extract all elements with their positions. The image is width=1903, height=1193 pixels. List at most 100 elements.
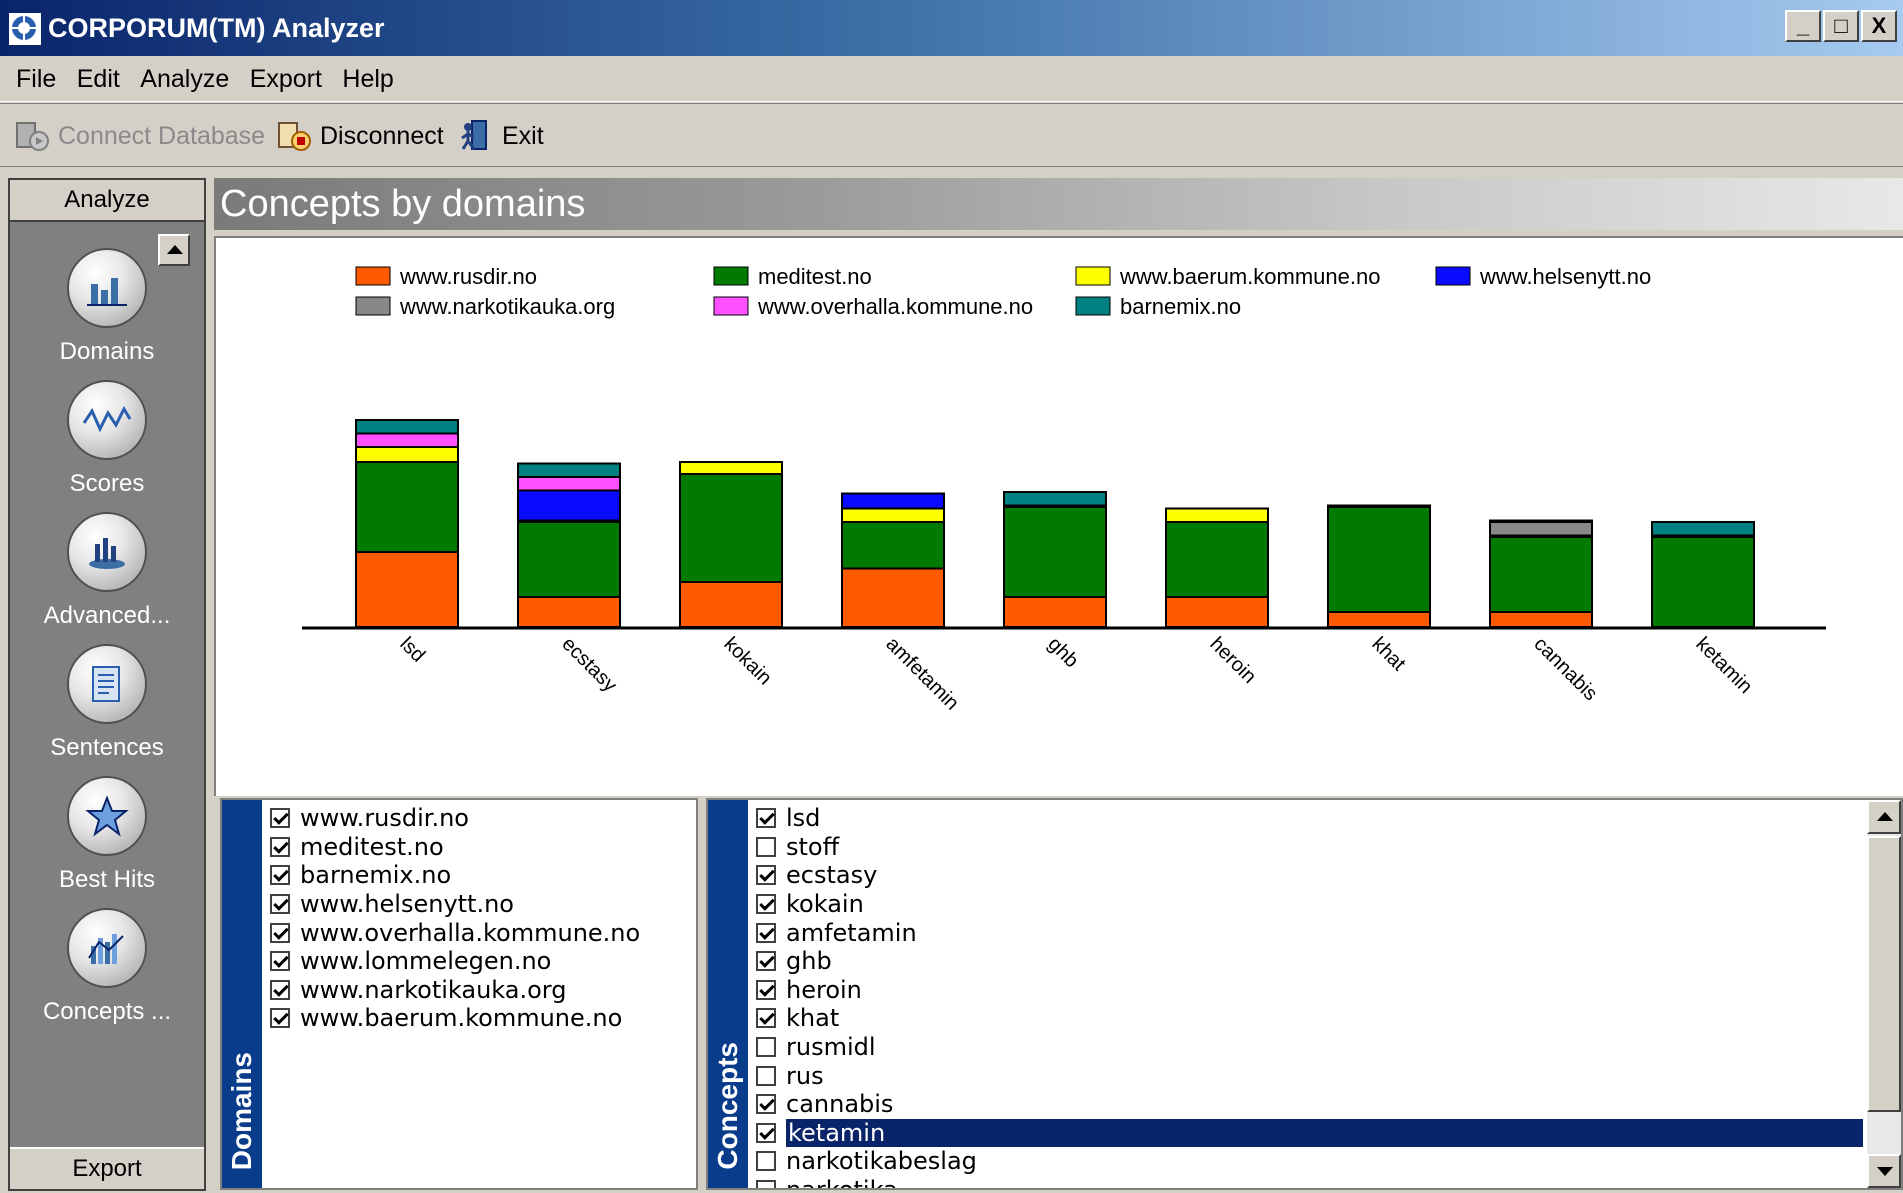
sidebar-item-concepts[interactable]: Concepts ...	[10, 908, 204, 1026]
menu-export[interactable]: Export	[242, 57, 330, 101]
list-item[interactable]: ghb	[756, 947, 1863, 976]
list-item[interactable]: barnemix.no	[270, 861, 696, 890]
checkbox[interactable]	[756, 808, 776, 829]
legend-label: barnemix.no	[1120, 294, 1241, 319]
list-item[interactable]: www.overhalla.kommune.no	[270, 918, 696, 947]
sidebar-header-analyze[interactable]: Analyze	[10, 180, 204, 222]
list-item[interactable]: lsd	[756, 804, 1863, 833]
list-item-label: narkotikabeslag	[786, 1147, 977, 1176]
sidebar-item-sentences[interactable]: Sentences	[10, 644, 204, 762]
chart-area: www.rusdir.no meditest.no www.baerum.kommu…	[214, 236, 1903, 796]
scroll-thumb[interactable]	[1867, 836, 1901, 1112]
list-item[interactable]: narkotikabeslag	[756, 1147, 1863, 1176]
connect-database-button[interactable]: Connect Database	[14, 118, 265, 154]
sidebar-footer-export[interactable]: Export	[10, 1147, 204, 1189]
bar-segment	[679, 461, 783, 475]
legend-swatch	[1075, 296, 1111, 316]
checkbox[interactable]	[756, 894, 776, 915]
sidebar-item-scores[interactable]: Scores	[10, 380, 204, 498]
checkbox[interactable]	[756, 1037, 776, 1058]
list-item-label: narkotika	[786, 1176, 898, 1188]
list-item[interactable]: ketamin	[756, 1118, 1863, 1148]
list-item[interactable]: rus	[756, 1061, 1863, 1090]
list-item-label: amfetamin	[786, 918, 917, 947]
list-item[interactable]: rusmidl	[756, 1033, 1863, 1062]
checkbox[interactable]	[270, 1008, 290, 1029]
database-connect-icon	[16, 122, 49, 151]
checkbox[interactable]	[756, 865, 776, 886]
checkbox[interactable]	[270, 979, 290, 1000]
concepts-tab[interactable]: Concepts	[708, 800, 748, 1188]
sidebar-item-label: Scores	[69, 470, 145, 497]
stacked-bar-chart: www.rusdir.no meditest.no www.baerum.kommu…	[302, 264, 1826, 715]
bar-segment	[1327, 504, 1431, 508]
legend-label: www.narkotikauka.org	[399, 294, 615, 319]
list-item-label: www.lommelegen.no	[300, 947, 552, 976]
menu-edit[interactable]: Edit	[69, 57, 128, 101]
list-item[interactable]: www.rusdir.no	[270, 804, 696, 833]
exit-button[interactable]: Exit	[458, 118, 544, 154]
list-item[interactable]: amfetamin	[756, 918, 1863, 947]
checkbox[interactable]	[756, 1094, 776, 1115]
scroll-down-button[interactable]	[1867, 1154, 1901, 1188]
sidebar-item-domains[interactable]: Domains	[10, 248, 204, 366]
checkbox[interactable]	[270, 808, 290, 829]
maximize-button[interactable]: □	[1823, 10, 1859, 42]
advanced-chart-icon	[67, 512, 147, 592]
list-item[interactable]: www.baerum.kommune.no	[270, 1004, 696, 1033]
checkbox[interactable]	[270, 922, 290, 943]
sidebar-item-advanced[interactable]: Advanced...	[10, 512, 204, 630]
list-item-label: cannabis	[786, 1090, 894, 1119]
checkbox[interactable]	[756, 1122, 776, 1143]
bar-segment	[1327, 506, 1431, 613]
list-item-label: kokain	[786, 890, 864, 919]
list-item[interactable]: www.helsenytt.no	[270, 890, 696, 919]
checkbox[interactable]	[756, 1008, 776, 1029]
checkbox[interactable]	[756, 951, 776, 972]
bar-segment	[355, 419, 459, 435]
checkbox[interactable]	[756, 836, 776, 857]
checkbox[interactable]	[270, 894, 290, 915]
list-item[interactable]: narkotika	[756, 1176, 1863, 1188]
checkbox[interactable]	[756, 922, 776, 943]
list-item[interactable]: ecstasy	[756, 861, 1863, 890]
scroll-up-button[interactable]	[1867, 800, 1901, 834]
list-item-label: ketamin	[786, 1118, 1863, 1147]
bar-segment	[679, 581, 783, 628]
checkbox[interactable]	[756, 1151, 776, 1172]
x-tick-label: cannabis	[1529, 633, 1601, 705]
menu-analyze[interactable]: Analyze	[132, 57, 237, 101]
checkbox[interactable]	[270, 865, 290, 886]
disconnect-button[interactable]: Disconnect	[276, 118, 444, 154]
list-item-label: barnemix.no	[300, 861, 452, 890]
concepts-scrollbar[interactable]	[1867, 800, 1901, 1188]
legend-label: www.baerum.kommune.no	[1119, 264, 1380, 289]
list-item[interactable]: stoff	[756, 833, 1863, 862]
domains-tab[interactable]: Domains	[222, 800, 262, 1188]
checkbox[interactable]	[756, 979, 776, 1000]
checkbox[interactable]	[270, 836, 290, 857]
bar-segment	[841, 492, 945, 510]
list-item[interactable]: cannabis	[756, 1090, 1863, 1119]
list-item-label: khat	[786, 1004, 840, 1033]
window-title: CORPORUM(TM) Analyzer	[48, 13, 385, 43]
connect-database-label: Connect Database	[58, 121, 266, 150]
list-item[interactable]: khat	[756, 1004, 1863, 1033]
menu-file[interactable]: File	[0, 57, 64, 101]
minimize-button[interactable]: _	[1785, 10, 1821, 42]
close-button[interactable]: X	[1861, 10, 1897, 42]
analyze-sidebar: Analyze Domains Scores Advanced... Sente…	[8, 178, 206, 1191]
list-item[interactable]: heroin	[756, 976, 1863, 1005]
bar-segment	[1489, 519, 1593, 523]
x-tick-label: kokain	[719, 633, 775, 689]
bar-segment	[517, 462, 621, 478]
checkbox[interactable]	[270, 951, 290, 972]
list-item[interactable]: www.lommelegen.no	[270, 947, 696, 976]
list-item[interactable]: meditest.no	[270, 833, 696, 862]
list-item[interactable]: kokain	[756, 890, 1863, 919]
checkbox[interactable]	[756, 1180, 776, 1188]
list-item[interactable]: www.narkotikauka.org	[270, 976, 696, 1005]
menu-help[interactable]: Help	[334, 57, 401, 101]
sidebar-item-best-hits[interactable]: Best Hits	[10, 776, 204, 894]
checkbox[interactable]	[756, 1065, 776, 1086]
